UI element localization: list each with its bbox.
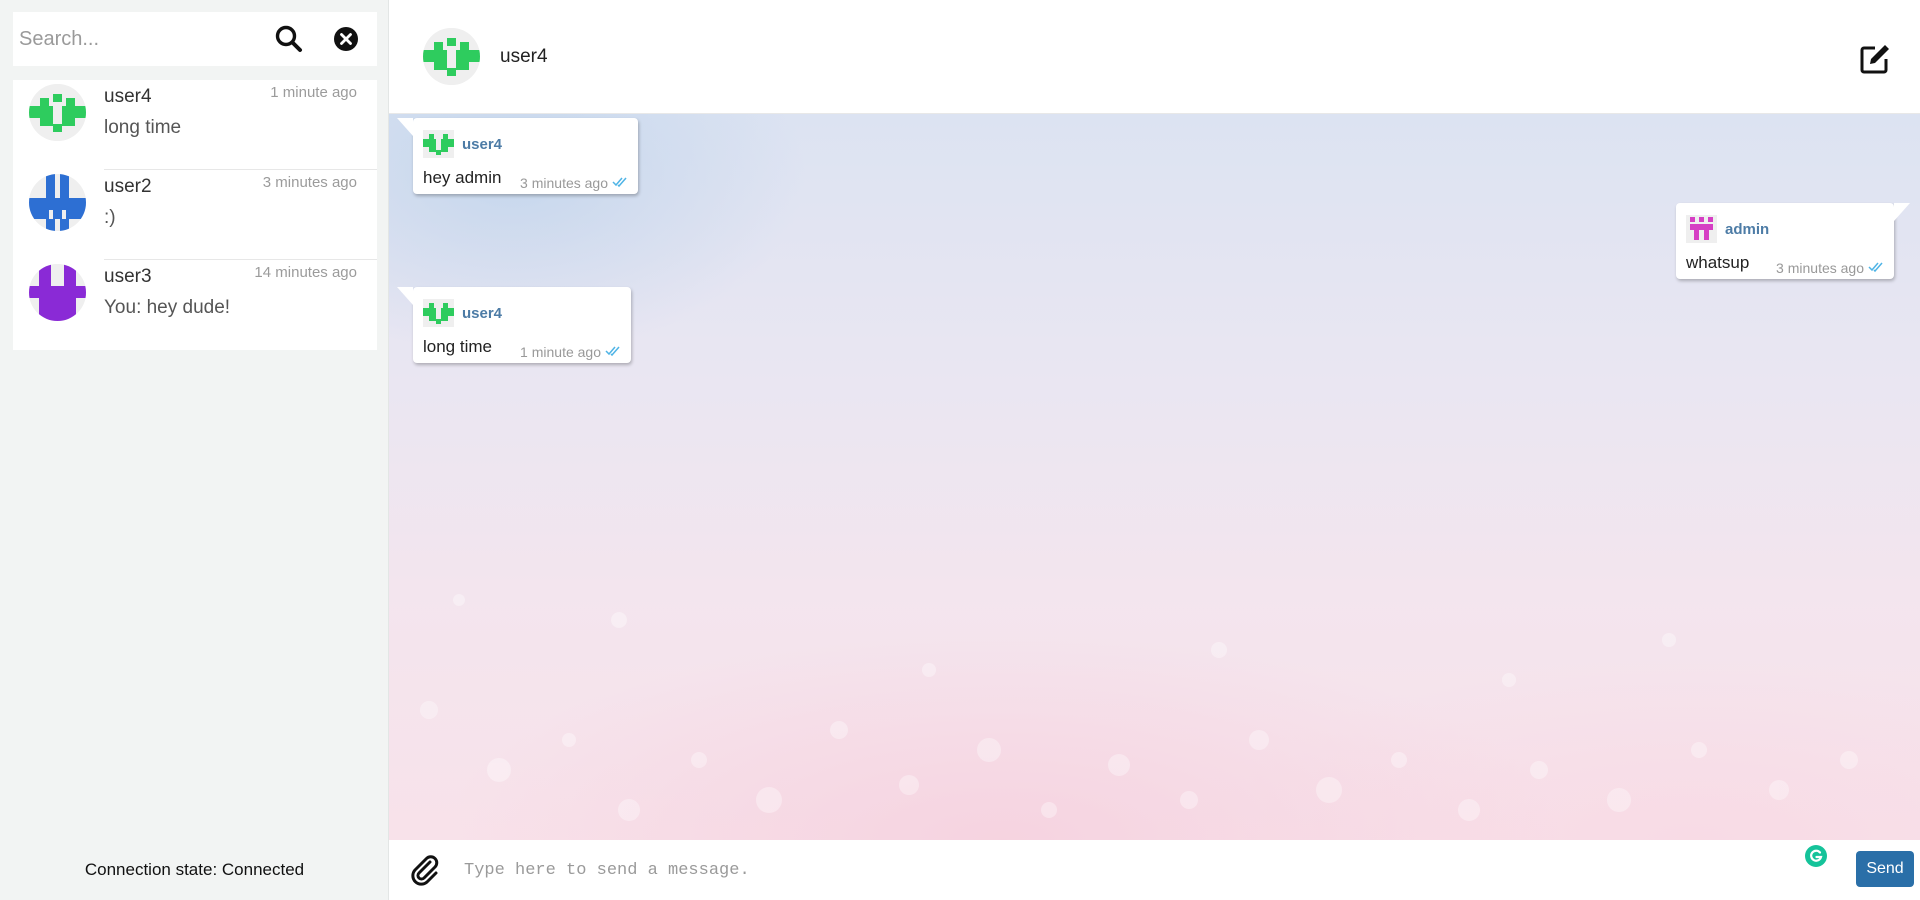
message-text: hey admin bbox=[423, 168, 502, 187]
message-input[interactable] bbox=[464, 852, 1764, 888]
sender-avatar bbox=[423, 130, 454, 158]
edit-icon[interactable] bbox=[1858, 42, 1892, 76]
conversation-name: user3 bbox=[104, 266, 152, 287]
message-bubble: user4 hey admin 3 minutes ago bbox=[397, 118, 638, 194]
search-icon[interactable] bbox=[273, 23, 305, 55]
conversation-time: 3 minutes ago bbox=[262, 174, 357, 191]
conversation-preview: You: hey dude! bbox=[104, 297, 231, 318]
search-bar bbox=[13, 12, 377, 66]
message-sender: admin bbox=[1725, 221, 1770, 238]
message-text: whatsup bbox=[1686, 253, 1750, 272]
background-bokeh bbox=[420, 594, 1858, 821]
send-button[interactable]: Send bbox=[1856, 851, 1914, 887]
sender-avatar bbox=[423, 299, 454, 327]
sidebar: user4 1 minute ago long time user2 3 min… bbox=[0, 0, 389, 900]
chat-title: user4 bbox=[500, 46, 548, 67]
conversation-time: 14 minutes ago bbox=[254, 264, 357, 281]
grammarly-icon[interactable] bbox=[1804, 844, 1828, 868]
message-bubble: user4 long time 1 minute ago bbox=[397, 287, 631, 363]
message-sender: user4 bbox=[462, 136, 503, 153]
paperclip-icon[interactable] bbox=[408, 853, 442, 887]
read-receipt-icon bbox=[1868, 262, 1883, 273]
search-input[interactable] bbox=[19, 22, 259, 56]
chat-panel: user4 user4 hey admin 3 minutes ago admi… bbox=[389, 0, 1920, 900]
message-time: 1 minute ago bbox=[520, 344, 601, 360]
conversation-name: user2 bbox=[104, 176, 152, 197]
message-bubble: admin whatsup 3 minutes ago bbox=[1676, 203, 1910, 279]
read-receipt-icon bbox=[605, 346, 620, 357]
message-text: long time bbox=[423, 337, 492, 356]
sender-avatar bbox=[1686, 215, 1717, 243]
message-time: 3 minutes ago bbox=[520, 175, 608, 191]
conversation-list: user4 1 minute ago long time user2 3 min… bbox=[13, 80, 377, 350]
message-area[interactable]: user4 hey admin 3 minutes ago admin what… bbox=[389, 114, 1920, 840]
message-sender: user4 bbox=[462, 305, 503, 322]
bubble-tail bbox=[397, 287, 413, 305]
avatar bbox=[29, 174, 86, 231]
chat-header: user4 bbox=[389, 0, 1920, 114]
conversation-name: user4 bbox=[104, 86, 152, 107]
avatar bbox=[29, 264, 86, 321]
message-composer: Send bbox=[389, 840, 1920, 900]
bubble-tail bbox=[397, 118, 413, 136]
close-circle-icon[interactable] bbox=[331, 24, 361, 54]
read-receipt-icon bbox=[612, 177, 627, 188]
conversation-item-user4[interactable]: user4 1 minute ago long time bbox=[13, 80, 377, 170]
message-time: 3 minutes ago bbox=[1776, 260, 1864, 276]
bubble-tail bbox=[1894, 203, 1910, 221]
conversation-item-user2[interactable]: user2 3 minutes ago :) bbox=[13, 170, 377, 260]
avatar[interactable] bbox=[423, 28, 480, 85]
conversation-item-user3[interactable]: user3 14 minutes ago You: hey dude! bbox=[13, 260, 377, 350]
avatar bbox=[29, 84, 86, 141]
conversation-preview: :) bbox=[104, 207, 116, 228]
conversation-time: 1 minute ago bbox=[270, 84, 357, 101]
conversation-preview: long time bbox=[104, 117, 182, 138]
connection-status: Connection state: Connected bbox=[84, 860, 305, 879]
